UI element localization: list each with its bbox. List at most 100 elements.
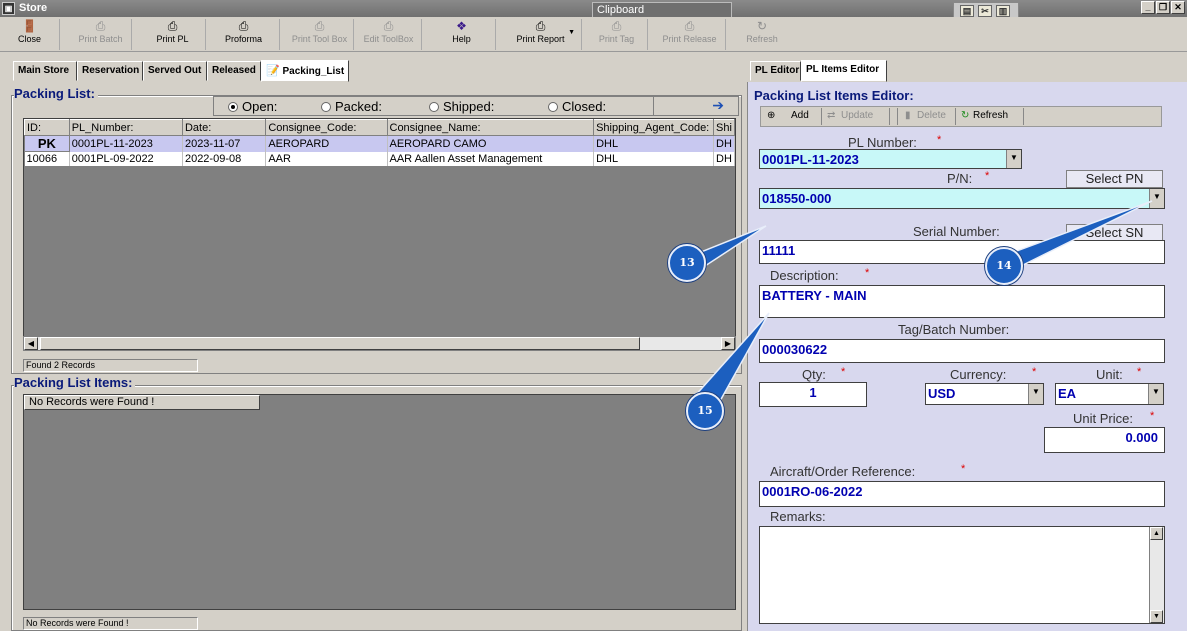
remarks-scrollbar[interactable]: ▲ ▼ (1149, 527, 1164, 623)
editor-refresh-button[interactable]: Refresh (973, 110, 1008, 121)
col-consignee-code[interactable]: Consignee_Code: (265, 119, 388, 136)
row-date: 2023-11-07 (182, 135, 267, 152)
col-shipping-agent[interactable]: Shipping_Agent_Code: (593, 119, 715, 136)
qty-field[interactable]: 1 (759, 382, 867, 407)
store-tabs: Main Store Reservation Served Out Releas… (13, 60, 363, 82)
row-pl-number: 0001PL-09-2022 (69, 151, 183, 166)
tray-app-icon[interactable]: ▤ (960, 5, 974, 17)
horizontal-scrollbar[interactable]: ◀ ▶ (23, 336, 736, 351)
remarks-field[interactable]: ▲ ▼ (759, 526, 1165, 624)
table-row[interactable]: PK 0001PL-11-2023 2023-11-07 AEROPARD AE… (24, 135, 735, 152)
add-button[interactable]: Add (791, 110, 809, 121)
unit-price-label: Unit Price: (1073, 411, 1133, 426)
delete-button[interactable]: Delete (917, 110, 946, 121)
proforma-button[interactable]: ⎙ Proforma (208, 19, 280, 50)
scroll-left-icon[interactable]: ◀ (24, 337, 38, 350)
row-shi: DH (713, 135, 735, 152)
go-arrow-button[interactable]: ➔ (653, 97, 738, 115)
aircraft-order-field[interactable]: 0001RO-06-2022 (759, 481, 1165, 507)
editor-tabs: PL Editor PL Items Editor (750, 60, 890, 82)
grid-header: ID: PL_Number: Date: Consignee_Code: Con… (24, 119, 735, 136)
callout-13-marker: 13 (668, 244, 706, 282)
help-button[interactable]: ❖ Help (428, 19, 496, 50)
serial-number-field[interactable]: 11111 (759, 240, 1165, 264)
scroll-down-icon[interactable]: ▼ (1150, 610, 1163, 623)
scroll-right-icon[interactable]: ▶ (721, 337, 735, 350)
restore-icon[interactable]: ❐ (1156, 1, 1170, 14)
tab-released[interactable]: Released (207, 61, 261, 81)
remarks-label: Remarks: (770, 509, 826, 524)
add-item-icon: ⊕ (767, 110, 776, 121)
dropdown-arrow-icon[interactable]: ▼ (568, 29, 575, 36)
required-mark: * (865, 267, 870, 279)
chevron-down-icon[interactable]: ▼ (1148, 384, 1163, 404)
printer-icon: ⎙ (95, 19, 106, 33)
col-consignee-name[interactable]: Consignee_Name: (386, 119, 595, 136)
filter-open-radio[interactable]: Open: (228, 99, 277, 114)
print-tag-button[interactable]: ⎙ Print Tag (586, 19, 648, 50)
refresh-icon: ↻ (756, 19, 768, 33)
row-consignee-code: AAR (265, 151, 388, 166)
select-pn-button[interactable]: Select PN (1066, 170, 1163, 188)
col-id[interactable]: ID: (24, 119, 70, 136)
close-icon[interactable]: ✕ (1171, 1, 1185, 14)
printer-icon: ⎙ (383, 19, 394, 33)
pn-label: P/N: (947, 171, 973, 186)
tray-tools-icon[interactable]: ✂ (978, 5, 992, 17)
col-shi[interactable]: Shi (713, 119, 735, 136)
refresh-icon: ↻ (961, 110, 970, 121)
required-mark: * (961, 463, 966, 475)
update-icon: ⇄ (827, 110, 836, 121)
row-agent: DHL (593, 135, 715, 152)
edit-toolbox-button[interactable]: ⎙ Edit ToolBox (356, 19, 422, 50)
required-mark: * (1032, 366, 1037, 378)
col-date[interactable]: Date: (181, 119, 267, 136)
col-pl-number[interactable]: PL_Number: (68, 119, 183, 136)
edit-note-icon: 📝 (266, 65, 280, 77)
print-batch-button[interactable]: ⎙ Print Batch (70, 19, 132, 50)
pl-number-select[interactable]: 0001PL-11-2023 ▼ (759, 149, 1022, 169)
help-book-icon: ❖ (456, 19, 467, 33)
table-row[interactable]: 10066 0001PL-09-2022 2022-09-08 AAR AAR … (24, 151, 735, 166)
tab-packing-list[interactable]: 📝 Packing_List (261, 60, 349, 82)
callout-14-marker: 14 (985, 247, 1023, 285)
required-mark: * (937, 134, 942, 146)
status-filter: Open: Packed: Shipped: Closed: ➔ (213, 96, 739, 116)
print-tool-box-button[interactable]: ⎙ Print Tool Box (286, 19, 354, 50)
row-shi: DH (713, 151, 735, 166)
print-report-button[interactable]: ⎙ Print Report ▼ (500, 19, 582, 50)
minimize-icon[interactable]: _ (1141, 1, 1155, 14)
currency-select[interactable]: USD ▼ (925, 383, 1044, 405)
unit-select[interactable]: EA ▼ (1055, 383, 1164, 405)
tab-served-out[interactable]: Served Out (143, 61, 207, 81)
packing-list-status: Found 2 Records (23, 359, 198, 372)
row-id: PK (24, 135, 70, 152)
tag-batch-field[interactable]: 000030622 (759, 339, 1165, 363)
tab-reservation[interactable]: Reservation (77, 61, 143, 81)
scroll-up-icon[interactable]: ▲ (1150, 527, 1163, 540)
chevron-down-icon[interactable]: ▼ (1028, 384, 1043, 404)
tab-main-store[interactable]: Main Store (13, 61, 77, 81)
tab-pl-editor[interactable]: PL Editor (750, 61, 801, 81)
chevron-down-icon[interactable]: ▼ (1149, 189, 1164, 208)
packing-list-grid: ID: PL_Number: Date: Consignee_Code: Con… (23, 118, 736, 350)
filter-packed-radio[interactable]: Packed: (321, 99, 382, 114)
tray-window-icon[interactable]: ▥ (996, 5, 1010, 17)
filter-shipped-radio[interactable]: Shipped: (429, 99, 494, 114)
chevron-down-icon[interactable]: ▼ (1006, 150, 1021, 168)
tab-pl-items-editor[interactable]: PL Items Editor (801, 60, 887, 82)
packing-list-title: Packing List: (14, 86, 98, 101)
unit-price-field[interactable]: 0.000 (1044, 427, 1165, 453)
filter-closed-radio[interactable]: Closed: (548, 99, 606, 114)
pn-select[interactable]: 018550-000 ▼ (759, 188, 1165, 209)
serial-number-label: Serial Number: (911, 224, 1002, 239)
refresh-button[interactable]: ↻ Refresh (734, 19, 790, 50)
print-release-button[interactable]: ⎙ Print Release (654, 19, 726, 50)
print-pl-button[interactable]: ⎙ Print PL (140, 19, 206, 50)
qty-label: Qty: (802, 367, 826, 382)
scroll-thumb[interactable] (40, 337, 640, 350)
description-field[interactable]: BATTERY - MAIN (759, 285, 1165, 318)
close-button[interactable]: 🚪 Close (0, 19, 60, 50)
update-button[interactable]: Update (841, 110, 873, 121)
printer-icon: ⎙ (238, 19, 249, 33)
